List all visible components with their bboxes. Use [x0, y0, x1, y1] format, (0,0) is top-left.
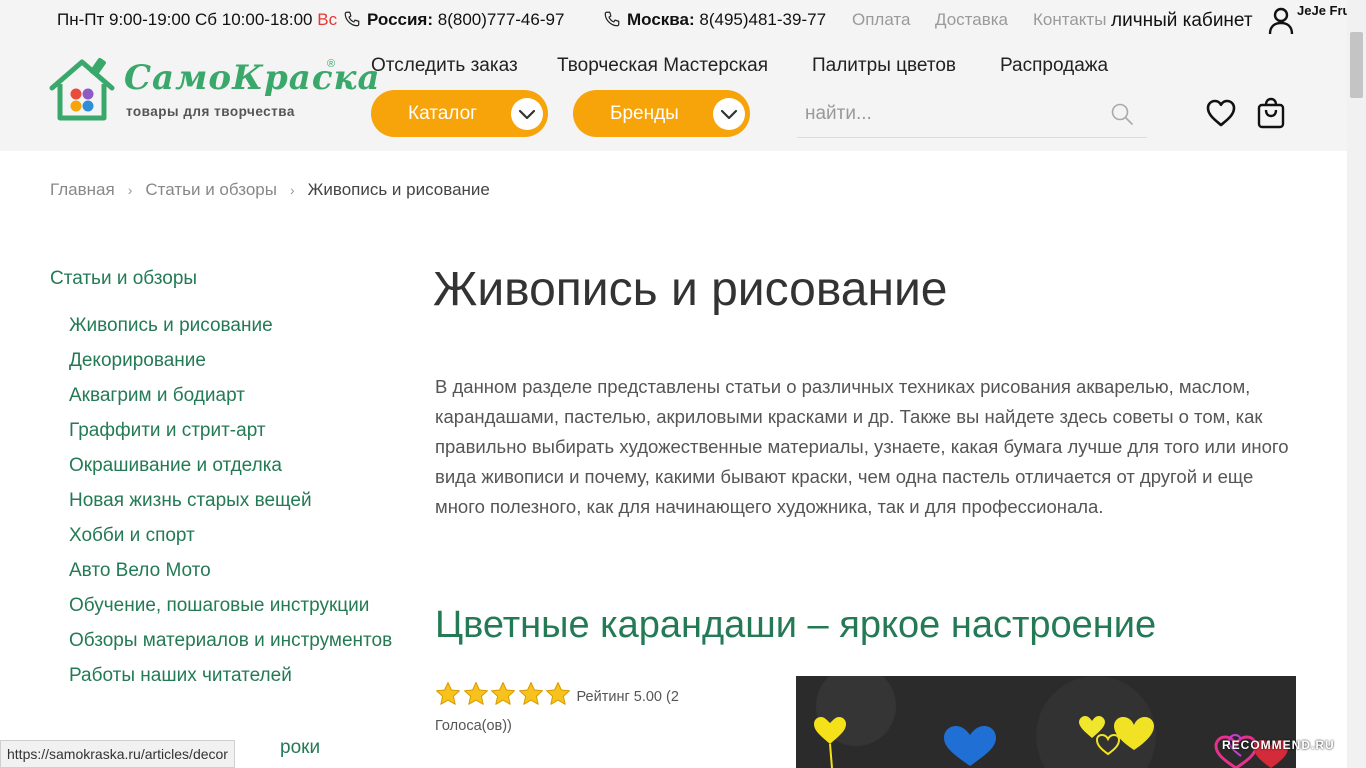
nav-color-palettes[interactable]: Палитры цветов: [812, 55, 956, 77]
colored-hearts-image: [796, 676, 1296, 768]
user-icon[interactable]: [1266, 5, 1296, 35]
sidebar-item-decorating[interactable]: Декорирование: [69, 343, 399, 378]
breadcrumb: Главная › Статьи и обзоры › Живопись и рисов…: [50, 180, 490, 200]
catalog-dropdown-button[interactable]: Каталог: [371, 90, 548, 137]
breadcrumb-separator: ›: [289, 182, 295, 198]
site-logo[interactable]: СамоКраска ® товары для творчества: [48, 56, 380, 122]
russia-phone-block[interactable]: Россия: 8(800)777-46-97: [343, 10, 564, 30]
star-icon[interactable]: [490, 681, 516, 707]
breadcrumb-articles[interactable]: Статьи и обзоры: [145, 180, 277, 199]
catalog-label: Каталог: [408, 103, 478, 124]
moscow-label: Москва:: [627, 10, 695, 29]
logo-wordmark: СамоКраска: [124, 58, 381, 98]
article-rating: Рейтинг 5.00 (2 Голоса(ов)): [435, 681, 775, 734]
search-input[interactable]: [805, 102, 1105, 126]
sidebar-item-graffiti[interactable]: Граффити и стрит-арт: [69, 413, 399, 448]
logo-registered: ®: [327, 58, 336, 70]
sidebar-item-painting-finishing[interactable]: Окрашивание и отделка: [69, 448, 399, 483]
brands-dropdown-button[interactable]: Бренды: [573, 90, 750, 137]
heart-icon[interactable]: [1205, 98, 1237, 128]
search-icon[interactable]: [1110, 102, 1134, 126]
page-title: Живопись и рисование: [433, 263, 948, 316]
delivery-link[interactable]: Доставка: [935, 10, 1008, 30]
site-header: Пн-Пт 9:00-19:00 Сб 10:00-18:00 Вс Росси…: [0, 0, 1361, 151]
phone-icon: [344, 11, 360, 27]
sidebar-item-lessons[interactable]: роки: [280, 737, 320, 759]
chevron-down-icon: [713, 98, 745, 130]
cabinet-link[interactable]: личный кабинет: [1111, 10, 1253, 32]
contacts-link[interactable]: Контакты: [1033, 10, 1106, 30]
phone-icon: [604, 11, 620, 27]
sunday-label: Вс: [317, 10, 338, 29]
brands-label: Бренды: [610, 103, 679, 124]
rating-votes: Голоса(ов)): [435, 718, 512, 734]
working-hours: Пн-Пт 9:00-19:00 Сб 10:00-18:00 Вс: [57, 10, 337, 30]
section-intro: В данном разделе представлены статьи о р…: [435, 376, 1289, 517]
star-icon[interactable]: [545, 681, 571, 707]
sidebar-item-reviews[interactable]: Обзоры материалов и инструментов: [69, 623, 399, 658]
breadcrumb-current: Живопись и рисование: [307, 180, 490, 199]
sidebar-item-tutorials[interactable]: Обучение, пошаговые инструкции: [69, 588, 399, 623]
payment-link[interactable]: Оплата: [852, 10, 910, 30]
top-bar: Пн-Пт 9:00-19:00 Сб 10:00-18:00 Вс Росси…: [0, 0, 1361, 40]
star-icon[interactable]: [463, 681, 489, 707]
sidebar-item-hobby-sport[interactable]: Хобби и спорт: [69, 518, 399, 553]
browser-status-url: https://samokraska.ru/articles/decor: [0, 740, 235, 768]
sidebar-title-articles[interactable]: Статьи и обзоры: [50, 268, 197, 290]
nav-sale[interactable]: Распродажа: [1000, 55, 1108, 77]
sidebar-item-auto-velo-moto[interactable]: Авто Вело Мото: [69, 553, 399, 588]
breadcrumb-separator: ›: [127, 182, 133, 198]
scrollbar-thumb[interactable]: [1350, 32, 1363, 98]
sidebar-categories: Живопись и рисование Декорирование Акваг…: [69, 308, 399, 693]
russia-phone[interactable]: 8(800)777-46-97: [438, 10, 565, 29]
russia-label: Россия:: [367, 10, 434, 29]
sidebar-item-face-painting[interactable]: Аквагрим и бодиарт: [69, 378, 399, 413]
star-icon[interactable]: [435, 681, 461, 707]
nav-track-order[interactable]: Отследить заказ: [371, 55, 518, 77]
nav-creative-workshop[interactable]: Творческая Мастерская: [557, 55, 768, 77]
moscow-phone-block[interactable]: Москва: 8(495)481-39-77: [603, 10, 826, 30]
logo-tagline: товары для творчества: [126, 104, 295, 119]
cart-bag-icon[interactable]: [1256, 97, 1286, 129]
page-scrollbar[interactable]: [1347, 0, 1366, 768]
article-hero-image[interactable]: [796, 676, 1296, 768]
house-logo-icon: [49, 57, 115, 121]
watermark: RECOMMEND.RU: [1222, 738, 1335, 752]
rating-text: Рейтинг 5.00 (2: [576, 688, 679, 705]
sidebar-item-painting[interactable]: Живопись и рисование: [69, 308, 399, 343]
moscow-phone[interactable]: 8(495)481-39-77: [699, 10, 826, 29]
hours-text: Пн-Пт 9:00-19:00 Сб 10:00-18:00: [57, 10, 313, 29]
sidebar-item-new-life[interactable]: Новая жизнь старых вещей: [69, 483, 399, 518]
breadcrumb-home[interactable]: Главная: [50, 180, 115, 199]
star-icon[interactable]: [518, 681, 544, 707]
search-box: [797, 90, 1147, 138]
chevron-down-icon: [511, 98, 543, 130]
sidebar-item-readers-works[interactable]: Работы наших читателей: [69, 658, 399, 693]
rating-stars[interactable]: [435, 681, 573, 712]
article-title-link[interactable]: Цветные карандаши – яркое настроение: [435, 604, 1156, 647]
